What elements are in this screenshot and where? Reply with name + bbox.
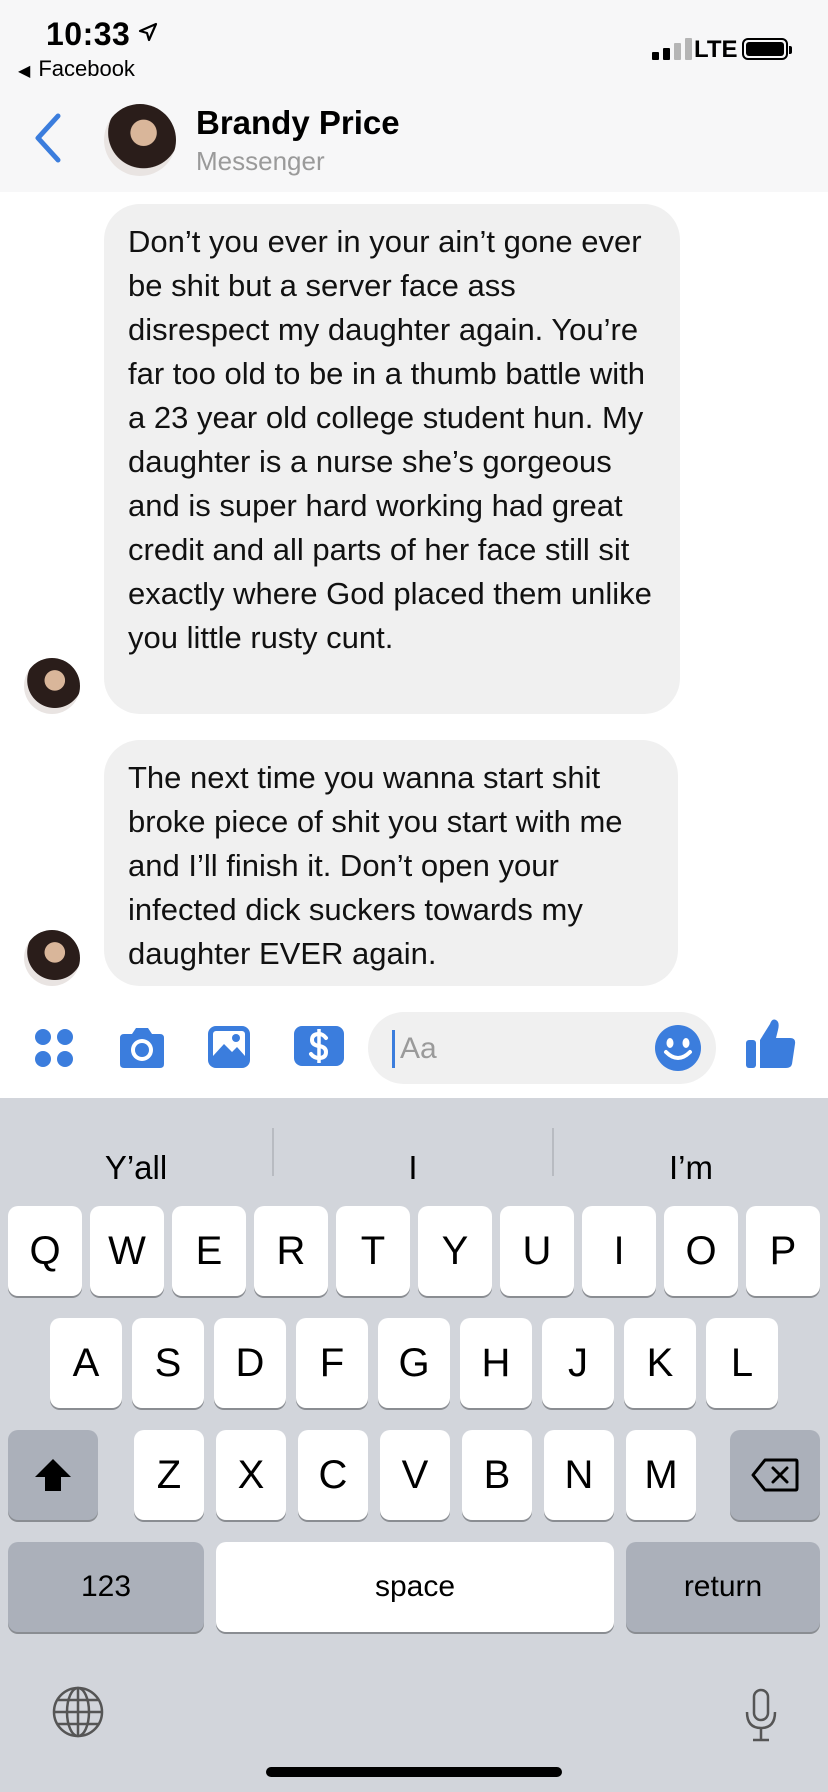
key-m[interactable]: M [626, 1430, 696, 1520]
apps-grid-icon[interactable] [32, 1024, 76, 1072]
suggestion-3[interactable]: I’m [554, 1138, 828, 1198]
shift-key[interactable] [8, 1430, 98, 1520]
signal-icon [652, 38, 692, 60]
back-to-app-link[interactable]: ◀ Facebook [18, 56, 135, 82]
message-bubble[interactable]: Don’t you ever in your ain’t gone ever b… [104, 204, 680, 714]
payment-icon[interactable] [292, 1024, 346, 1068]
contact-subtitle: Messenger [196, 146, 325, 176]
key-t[interactable]: T [336, 1206, 410, 1296]
camera-icon[interactable] [116, 1024, 168, 1072]
key-w[interactable]: W [90, 1206, 164, 1296]
key-p[interactable]: P [746, 1206, 820, 1296]
thumbs-up-icon[interactable] [744, 1016, 798, 1072]
home-indicator[interactable] [266, 1767, 562, 1777]
backspace-icon [751, 1458, 799, 1492]
back-app-label: Facebook [38, 56, 135, 81]
key-o[interactable]: O [664, 1206, 738, 1296]
conversation-header: Brandy Price Messenger [0, 90, 828, 192]
key-q[interactable]: Q [8, 1206, 82, 1296]
text-caret [392, 1030, 395, 1068]
suggestion-2[interactable]: I [274, 1138, 552, 1198]
contact-avatar[interactable] [104, 104, 176, 176]
location-arrow-icon [138, 22, 158, 42]
key-n[interactable]: N [544, 1430, 614, 1520]
keyboard: Y’all I I’m QWERTYUIOP ASDFGHJKL ZXCVBNM… [0, 1098, 828, 1792]
key-k[interactable]: K [624, 1318, 696, 1408]
return-key[interactable]: return [626, 1542, 820, 1632]
key-a[interactable]: A [50, 1318, 122, 1408]
battery-icon [742, 38, 792, 60]
key-x[interactable]: X [216, 1430, 286, 1520]
key-d[interactable]: D [214, 1318, 286, 1408]
key-y[interactable]: Y [418, 1206, 492, 1296]
message-input-field[interactable] [368, 1012, 716, 1084]
sender-avatar[interactable] [24, 658, 80, 714]
back-triangle-icon: ◀ [18, 63, 31, 80]
sender-avatar[interactable] [24, 930, 80, 986]
suggestion-1[interactable]: Y’all [0, 1138, 272, 1198]
key-c[interactable]: C [298, 1430, 368, 1520]
message-bubble[interactable]: The next time you wanna start shit broke… [104, 740, 678, 986]
key-l[interactable]: L [706, 1318, 778, 1408]
emoji-icon[interactable] [654, 1024, 702, 1072]
key-i[interactable]: I [582, 1206, 656, 1296]
key-v[interactable]: V [380, 1430, 450, 1520]
key-j[interactable]: J [542, 1318, 614, 1408]
key-s[interactable]: S [132, 1318, 204, 1408]
composer-bar [0, 1000, 828, 1098]
key-e[interactable]: E [172, 1206, 246, 1296]
microphone-icon[interactable] [744, 1688, 778, 1744]
key-b[interactable]: B [462, 1430, 532, 1520]
key-u[interactable]: U [500, 1206, 574, 1296]
contact-name[interactable]: Brandy Price [196, 104, 400, 142]
photo-icon[interactable] [206, 1024, 252, 1070]
globe-icon[interactable] [52, 1686, 104, 1738]
key-r[interactable]: R [254, 1206, 328, 1296]
shift-icon [35, 1459, 71, 1491]
clock: 10:33 [46, 16, 131, 52]
chevron-left-icon[interactable] [30, 112, 66, 164]
numbers-key[interactable]: 123 [8, 1542, 204, 1632]
key-z[interactable]: Z [134, 1430, 204, 1520]
message-input[interactable] [398, 1026, 652, 1072]
key-f[interactable]: F [296, 1318, 368, 1408]
key-h[interactable]: H [460, 1318, 532, 1408]
space-key[interactable]: space [216, 1542, 614, 1632]
status-bar: 10:33 ◀ Facebook LTE [0, 0, 828, 90]
network-type: LTE [694, 36, 738, 63]
key-g[interactable]: G [378, 1318, 450, 1408]
backspace-key[interactable] [730, 1430, 820, 1520]
